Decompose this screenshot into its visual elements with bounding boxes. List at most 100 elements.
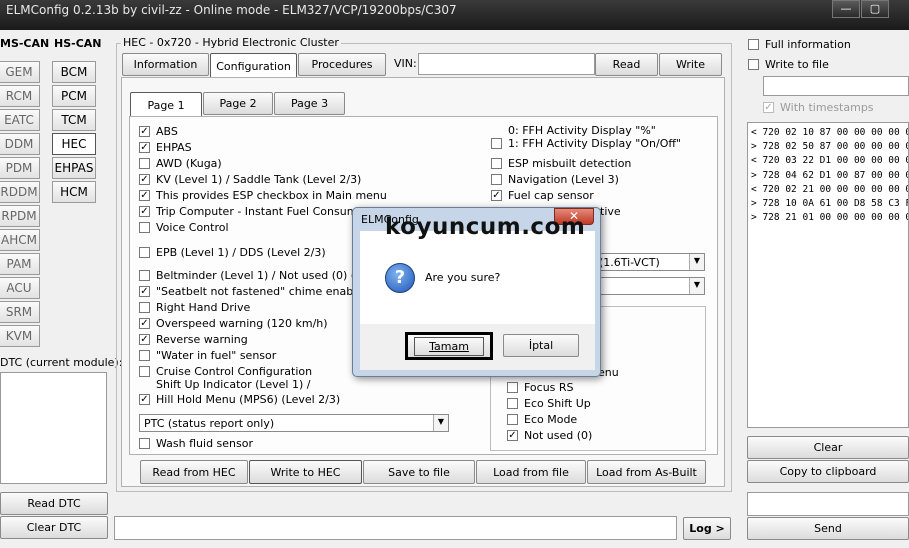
checkbox-box[interactable]: ✓	[139, 393, 150, 405]
checkbox-focus-rs[interactable]: Focus RS	[507, 380, 574, 395]
checkbox-box[interactable]	[139, 247, 150, 258]
checkbox-box[interactable]	[748, 39, 759, 50]
checkbox-with-timestamps[interactable]: ✓ With timestamps	[763, 100, 874, 115]
module-pam[interactable]: PAM	[0, 253, 40, 275]
checkbox-box[interactable]	[139, 158, 150, 169]
checkbox-box[interactable]	[139, 302, 150, 313]
read-vin-button[interactable]: Read	[595, 53, 658, 76]
module-srm[interactable]: SRM	[0, 301, 40, 323]
checkbox-eco-shift-up[interactable]: Eco Shift Up	[507, 396, 591, 411]
checkbox-abs[interactable]: ✓ ABS	[139, 124, 178, 139]
checkbox-epb[interactable]: EPB (Level 1) / DDS (Level 2/3)	[139, 245, 326, 260]
module-ehpas[interactable]: EHPAS	[52, 157, 96, 179]
tab-page-3[interactable]: Page 3	[274, 92, 345, 115]
module-ahcm[interactable]: AHCM	[0, 229, 40, 251]
module-tcm[interactable]: TCM	[52, 109, 96, 131]
read-dtc-button[interactable]: Read DTC	[0, 492, 108, 515]
module-gem[interactable]: GEM	[0, 61, 40, 83]
save-to-file-button[interactable]: Save to file	[363, 460, 475, 484]
send-input[interactable]	[747, 492, 909, 516]
minimize-icon[interactable]: —	[832, 0, 860, 18]
module-acu[interactable]: ACU	[0, 277, 40, 299]
checkbox-beltminder[interactable]: Beltminder (Level 1) / Not used (0) (Lev…	[139, 268, 384, 283]
checkbox-box[interactable]: ✓	[139, 190, 150, 201]
checkbox-box[interactable]	[139, 366, 150, 377]
vin-input[interactable]	[418, 53, 595, 75]
checkbox-box[interactable]: ✓	[139, 286, 150, 297]
log-toggle-button[interactable]: Log >	[683, 517, 731, 540]
checkbox-box[interactable]: ✓	[139, 174, 150, 185]
copy-to-clipboard-button[interactable]: Copy to clipboard	[747, 460, 909, 483]
checkbox-box[interactable]: ✓	[139, 206, 150, 217]
checkbox-box[interactable]: ✓	[507, 430, 518, 441]
send-button[interactable]: Send	[747, 517, 909, 540]
checkbox-esp-misbuilt[interactable]: ESP misbuilt detection	[491, 156, 631, 171]
checkbox-esp-menu[interactable]: ✓ This provides ESP checkbox in Main menu	[139, 188, 387, 203]
checkbox-box[interactable]	[491, 174, 502, 185]
write-vin-button[interactable]: Write	[659, 53, 722, 76]
maximize-icon[interactable]: ▢	[861, 0, 889, 18]
checkbox-fuel-cap[interactable]: ✓ Fuel cap sensor	[491, 188, 594, 203]
checkbox-box[interactable]	[507, 398, 518, 409]
checkbox-box[interactable]: ✓	[139, 334, 150, 345]
checkbox-box[interactable]	[507, 414, 518, 425]
checkbox-trip-computer[interactable]: ✓ Trip Computer - Instant Fuel Consumptio…	[139, 204, 385, 219]
module-kvm[interactable]: KVM	[0, 325, 40, 347]
module-ddm[interactable]: DDM	[0, 133, 40, 155]
checkbox-box[interactable]	[491, 158, 502, 169]
checkbox-water-in-fuel[interactable]: "Water in fuel" sensor	[139, 348, 276, 363]
module-hcm[interactable]: HCM	[52, 181, 96, 203]
write-to-hec-button[interactable]: Write to HEC	[249, 460, 362, 484]
checkbox-navigation[interactable]: Navigation (Level 3)	[491, 172, 619, 187]
tab-information[interactable]: Information	[122, 53, 209, 76]
module-pdm[interactable]: PDM	[0, 157, 40, 179]
clear-log-button[interactable]: Clear	[747, 436, 909, 459]
checkbox-cruise-control[interactable]: Cruise Control Configuration	[139, 364, 312, 379]
checkbox-box[interactable]	[139, 222, 150, 233]
read-from-hec-button[interactable]: Read from HEC	[140, 460, 248, 484]
log-file-path-input[interactable]	[763, 76, 909, 96]
log-output[interactable]: < 720 02 10 87 00 00 00 00 00 > 728 02 5…	[747, 122, 909, 428]
checkbox-seatbelt-chime[interactable]: ✓ "Seatbelt not fastened" chime enabled	[139, 284, 370, 299]
checkbox-kv[interactable]: ✓ KV (Level 1) / Saddle Tank (Level 2/3)	[139, 172, 361, 187]
checkbox-wash-fluid[interactable]: Wash fluid sensor	[139, 436, 253, 451]
tab-configuration[interactable]: Configuration	[210, 53, 297, 78]
ok-button[interactable]: Tamam	[405, 332, 493, 360]
clear-dtc-button[interactable]: Clear DTC	[0, 516, 108, 539]
checkbox-box[interactable]	[507, 382, 518, 393]
checkbox-box[interactable]	[139, 270, 150, 281]
command-input[interactable]	[114, 516, 677, 540]
ptc-dropdown[interactable]: PTC (status report only) ▼	[139, 414, 449, 432]
load-from-file-button[interactable]: Load from file	[476, 460, 586, 484]
module-eatc[interactable]: EATC	[0, 109, 40, 131]
load-from-as-built-button[interactable]: Load from As-Built	[587, 460, 706, 484]
checkbox-box[interactable]: ✓	[763, 102, 774, 113]
checkbox-ehpas[interactable]: ✓ EHPAS	[139, 140, 192, 155]
checkbox-shift-up[interactable]: ✓ Shift Up Indicator (Level 1) / Hill Ho…	[139, 378, 340, 409]
checkbox-awd[interactable]: AWD (Kuga)	[139, 156, 222, 171]
checkbox-overspeed[interactable]: ✓ Overspeed warning (120 km/h)	[139, 316, 328, 331]
checkbox-box[interactable]	[491, 137, 502, 149]
checkbox-box[interactable]: ✓	[139, 318, 150, 329]
module-pcm[interactable]: PCM	[52, 85, 96, 107]
module-rddm[interactable]: RDDM	[0, 181, 40, 203]
checkbox-eco-mode[interactable]: Eco Mode	[507, 412, 577, 427]
tab-page-2[interactable]: Page 2	[203, 92, 273, 115]
checkbox-voice-control[interactable]: Voice Control	[139, 220, 229, 235]
module-rcm[interactable]: RCM	[0, 85, 40, 107]
tab-page-1[interactable]: Page 1	[130, 92, 202, 117]
checkbox-box[interactable]: ✓	[139, 126, 150, 137]
tab-procedures[interactable]: Procedures	[298, 53, 386, 76]
checkbox-reverse-warning[interactable]: ✓ Reverse warning	[139, 332, 248, 347]
checkbox-box[interactable]	[139, 438, 150, 449]
checkbox-right-hand-drive[interactable]: Right Hand Drive	[139, 300, 250, 315]
checkbox-write-to-file[interactable]: Write to file	[748, 57, 829, 72]
cancel-button[interactable]: İptal	[503, 334, 579, 357]
dtc-list[interactable]	[0, 372, 107, 484]
checkbox-box[interactable]	[139, 350, 150, 361]
checkbox-ffh-display[interactable]: 0: FFH Activity Display "%" 1: FFH Activ…	[491, 124, 681, 154]
module-hec[interactable]: HEC	[52, 133, 96, 155]
module-rpdm[interactable]: RPDM	[0, 205, 40, 227]
checkbox-box[interactable]	[748, 59, 759, 70]
checkbox-box[interactable]: ✓	[491, 190, 502, 201]
